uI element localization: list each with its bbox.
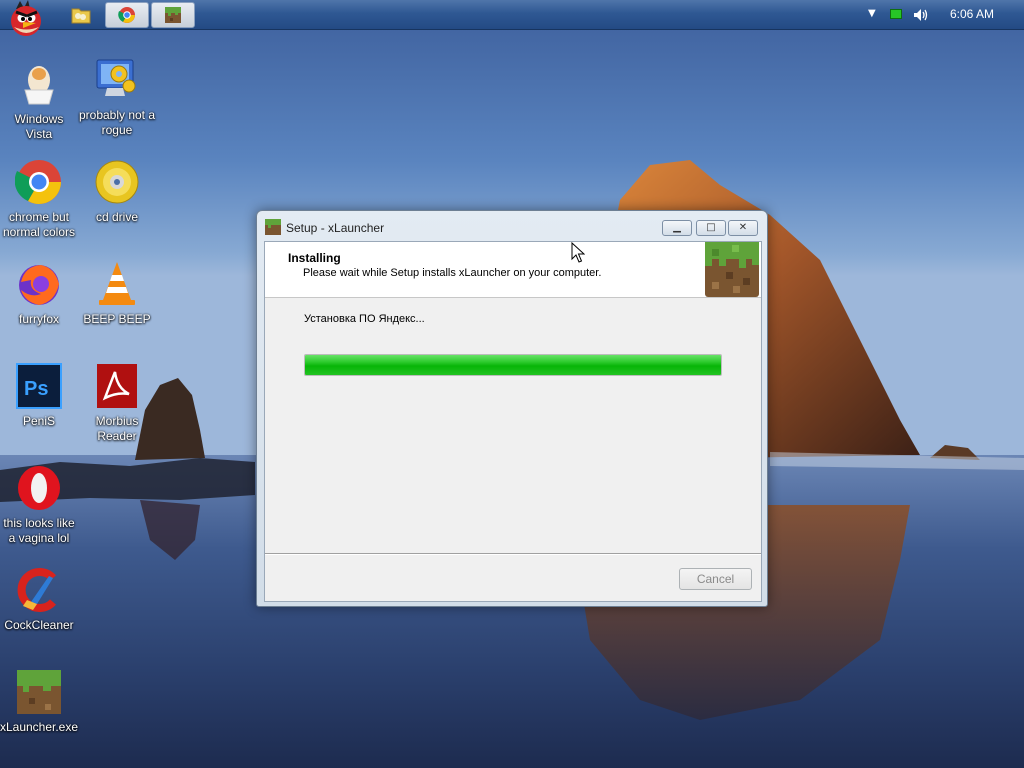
desktop-icon-beep-beep[interactable]: BEEP BEEP xyxy=(78,260,156,327)
window-title-bar[interactable]: Setup - xLauncher ▁ □ ✕ xyxy=(257,211,767,241)
desktop-icon-label: chrome but normal colors xyxy=(2,210,76,239)
footer-divider xyxy=(265,553,761,555)
desktop-icon-furryfox[interactable]: furryfox xyxy=(0,260,78,327)
close-icon: ✕ xyxy=(738,222,748,233)
close-button[interactable]: ✕ xyxy=(728,220,758,236)
desktop-icon-probably-not-a-rogue[interactable]: probably not a rogue xyxy=(78,56,156,138)
setup-client-area: Installing Please wait while Setup insta… xyxy=(264,241,762,602)
taskbar-xlauncher-button[interactable] xyxy=(151,2,195,28)
desktop-icon-label: CockCleaner xyxy=(4,618,74,632)
volume-icon[interactable] xyxy=(912,6,930,24)
system-tray: ▼ 6:06 AM xyxy=(862,0,1024,30)
window-title: Setup - xLauncher xyxy=(286,221,385,235)
setup-window: Setup - xLauncher ▁ □ ✕ Installing Pleas… xyxy=(256,210,768,607)
angry-bird-start-icon[interactable] xyxy=(6,0,48,39)
grass-block-icon xyxy=(165,7,181,23)
computer-gears-icon xyxy=(96,59,136,96)
opera-icon xyxy=(18,466,60,510)
desktop-icon-label: PeniS xyxy=(22,414,56,428)
desktop-icon-cockcleaner[interactable]: CockCleaner xyxy=(0,566,78,633)
grass-block-icon xyxy=(17,670,61,714)
chrome-icon xyxy=(118,7,135,23)
chrome-icon xyxy=(15,160,61,204)
desktop-icon-xlauncher[interactable]: xLauncher.exe xyxy=(0,668,78,735)
desktop-icon-label: BEEP BEEP xyxy=(83,312,151,326)
grass-block-icon xyxy=(265,219,281,235)
pdf-reader-icon xyxy=(97,364,137,408)
desktop-icon-label: this looks like a vagina lol xyxy=(3,516,75,545)
taskbar-clock[interactable]: 6:06 AM xyxy=(950,7,994,21)
desktop-icon-cd-drive[interactable]: cd drive xyxy=(78,158,156,225)
mouse-pointer-icon xyxy=(571,242,585,263)
photoshop-icon: Ps xyxy=(16,363,62,409)
install-progress-bar xyxy=(304,354,722,376)
desktop-icon-morbius-reader[interactable]: Morbius Reader xyxy=(78,362,156,444)
desktop-icon-label: xLauncher.exe xyxy=(0,720,79,734)
taskbar: ▼ 6:06 AM xyxy=(0,0,1024,36)
maximize-icon: □ xyxy=(706,222,716,233)
vlc-cone-icon xyxy=(99,262,135,305)
minimize-button[interactable]: ▁ xyxy=(662,220,692,236)
cancel-button[interactable]: Cancel xyxy=(679,568,752,590)
taskbar-chrome-button[interactable] xyxy=(105,2,149,28)
page-subtitle: Please wait while Setup installs xLaunch… xyxy=(303,267,602,279)
firefox-icon xyxy=(19,265,59,305)
page-title: Installing xyxy=(288,251,341,265)
cd-icon xyxy=(95,160,139,204)
minimize-icon: ▁ xyxy=(673,222,681,233)
maximize-button[interactable]: □ xyxy=(696,220,726,236)
desktop-icon-penis[interactable]: Ps PeniS xyxy=(0,362,78,429)
taskbar-explorer-button[interactable] xyxy=(62,2,100,28)
egg-icon xyxy=(24,66,54,105)
install-status-text: Установка ПО Яндекс... xyxy=(304,313,425,325)
show-hidden-icons-arrow[interactable]: ▼ xyxy=(868,8,876,19)
grass-block-icon xyxy=(705,242,759,297)
folder-icon xyxy=(71,8,91,24)
desktop-icon-label: Morbius Reader xyxy=(95,414,139,443)
desktop-icon-label: Windows Vista xyxy=(14,112,64,141)
desktop-icon-opera[interactable]: this looks like a vagina lol xyxy=(0,464,78,546)
desktop-icon-label: probably not a rogue xyxy=(78,108,156,137)
setup-header-panel: Installing Please wait while Setup insta… xyxy=(265,242,761,298)
desktop-icon-label: furryfox xyxy=(18,312,59,326)
desktop-icon-windows-vista[interactable]: Windows Vista xyxy=(0,60,78,142)
desktop-icon-chrome[interactable]: chrome but normal colors xyxy=(0,158,78,240)
svg-text:Ps: Ps xyxy=(24,378,48,400)
network-icon[interactable] xyxy=(890,9,902,19)
ccleaner-icon xyxy=(17,568,56,612)
progress-fill xyxy=(305,355,721,375)
desktop-icon-label: cd drive xyxy=(95,210,139,224)
